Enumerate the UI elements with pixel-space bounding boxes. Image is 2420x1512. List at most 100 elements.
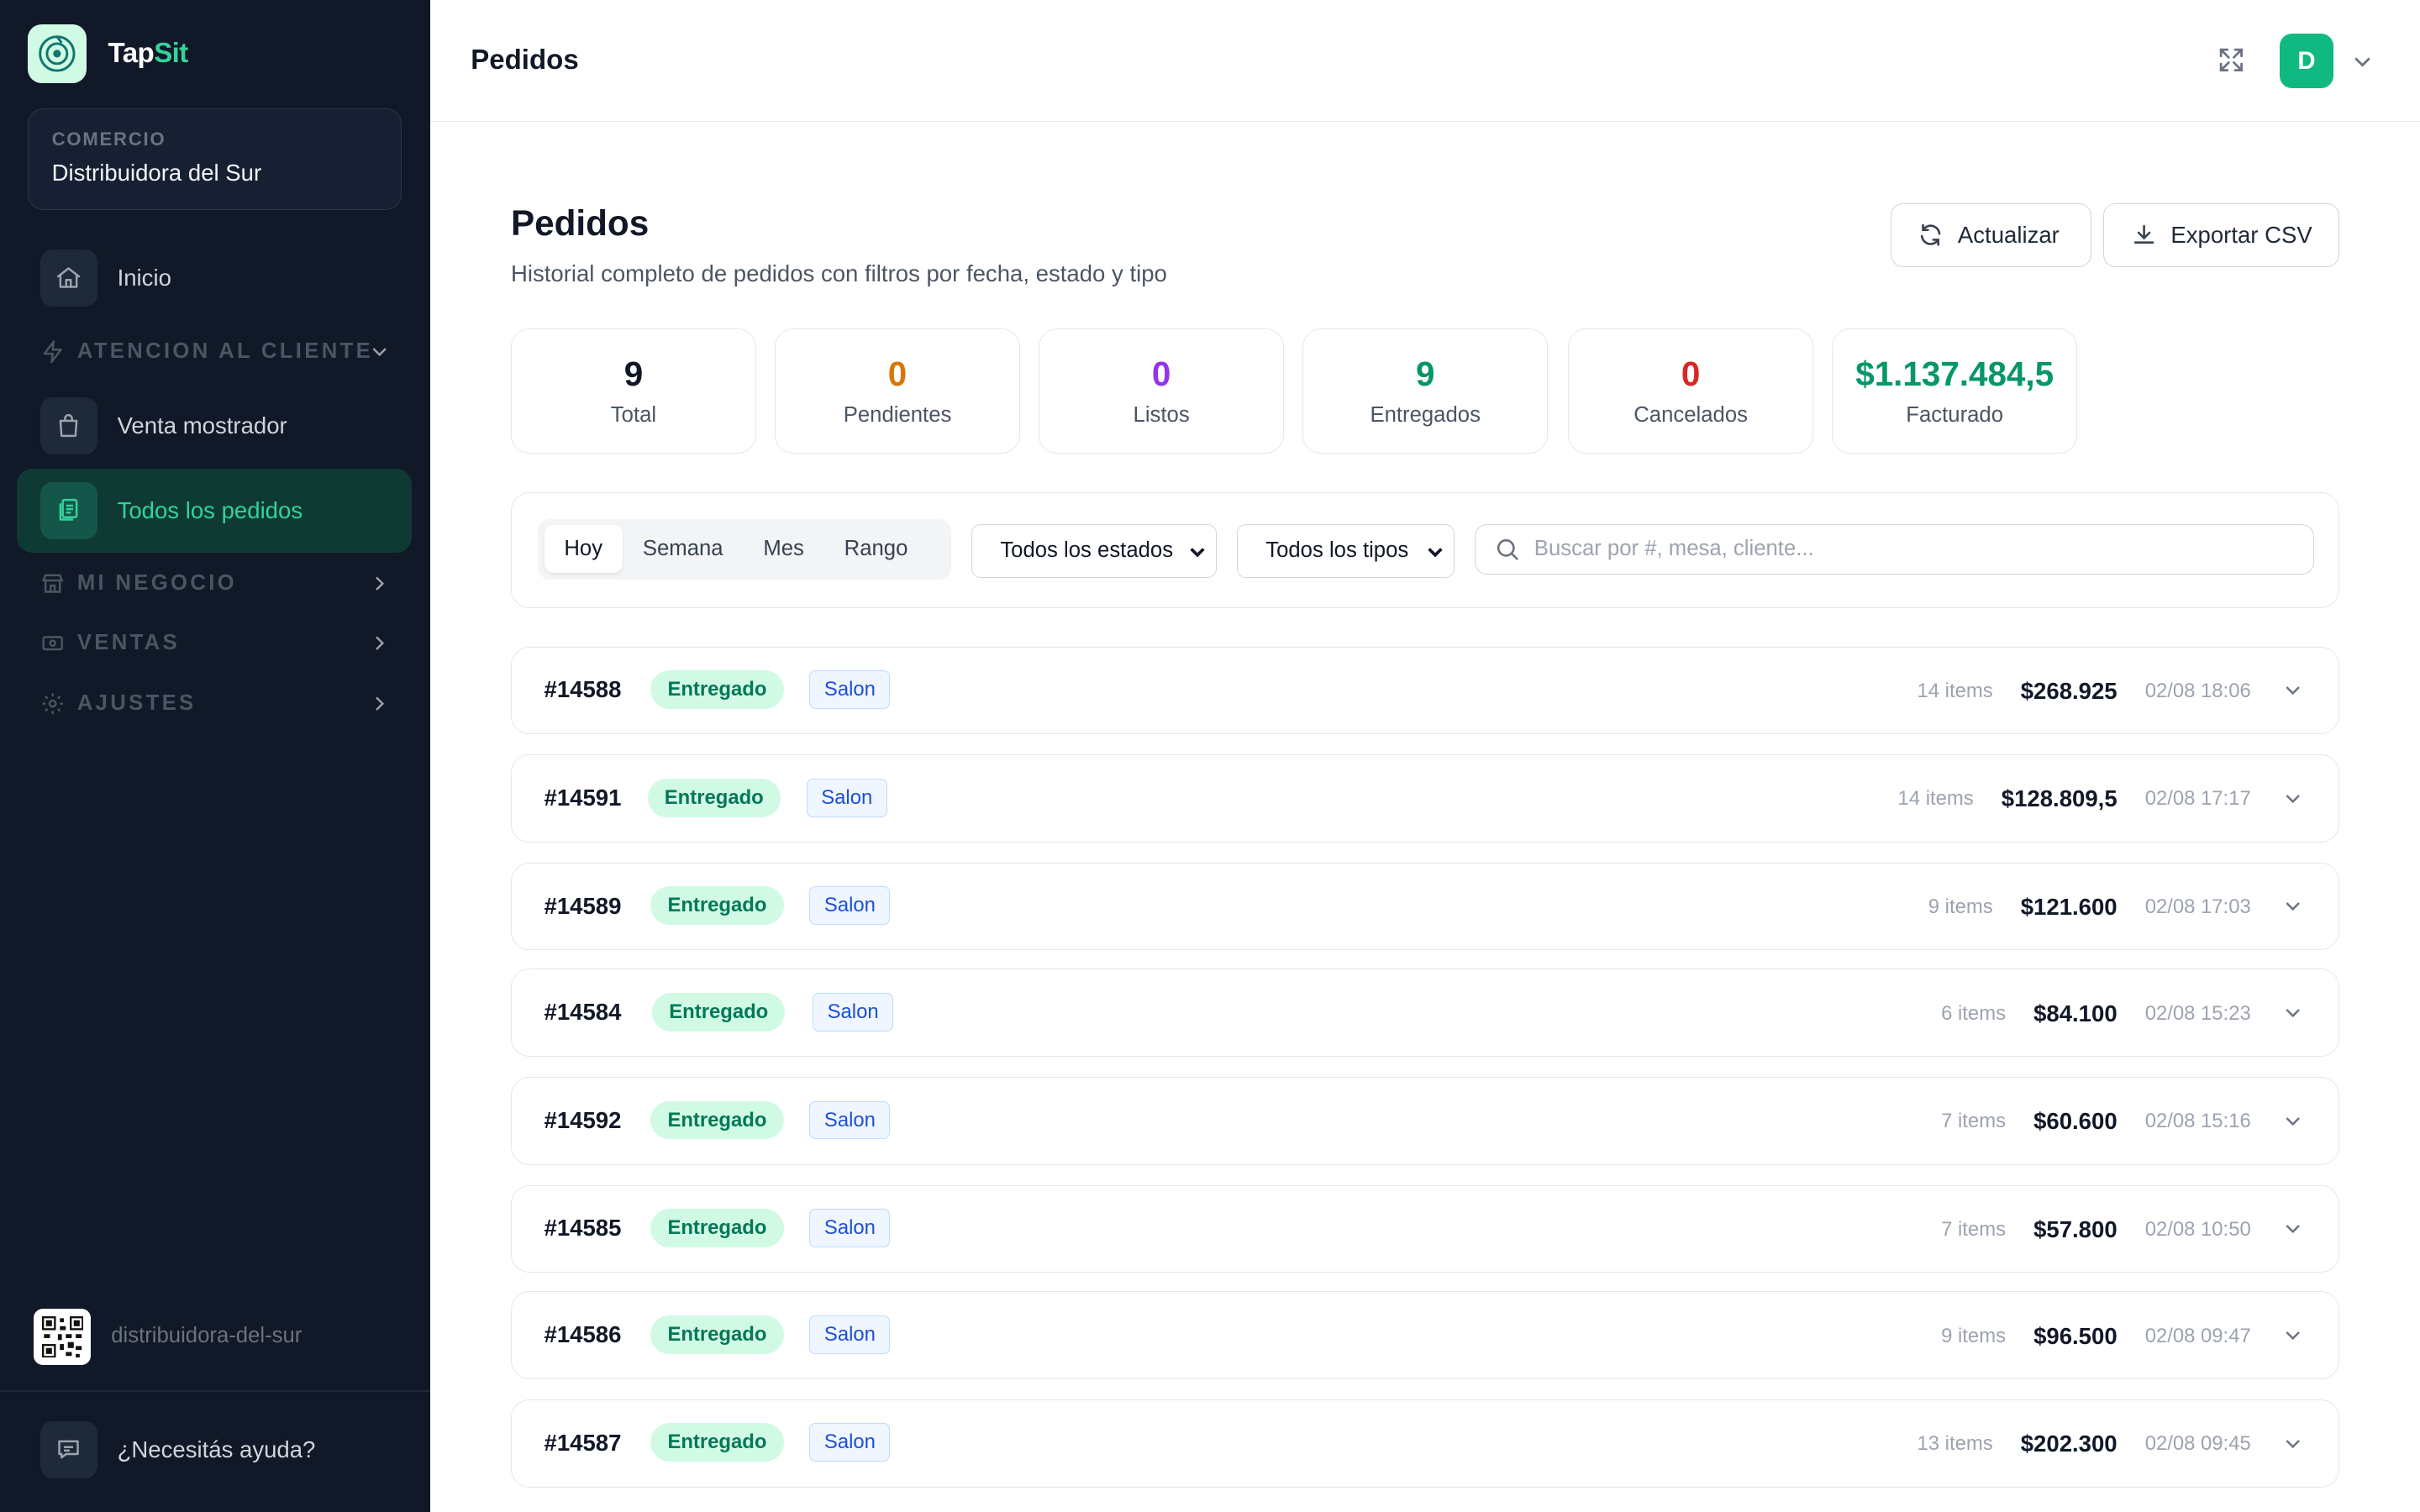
bolt-icon (43, 340, 62, 364)
order-date: 02/08 09:47 (2144, 1324, 2251, 1347)
brand-logo-icon (28, 24, 87, 84)
brand[interactable]: TapSit (28, 24, 188, 84)
chevron-down-icon (1428, 548, 1443, 558)
order-summary: 9 items $96.500 02/08 09:47 (1941, 1292, 2251, 1380)
main-content: Pedidos Historial completo de pedidos co… (430, 123, 2420, 1512)
chevron-down-icon[interactable] (2281, 1109, 2305, 1133)
order-row[interactable]: #14591 Entregado Salon 14 items $128.809… (510, 754, 2340, 843)
chevron-down-icon[interactable] (2281, 678, 2305, 702)
order-date: 02/08 17:17 (2144, 787, 2251, 811)
period-tab-hoy[interactable]: Hoy (544, 525, 623, 574)
chevron-down-icon[interactable] (2281, 1216, 2305, 1241)
stat-value: 0 (1681, 354, 1701, 393)
order-row[interactable]: #14592 Entregado Salon 7 items $60.600 0… (510, 1077, 2340, 1166)
type-select[interactable]: Todos los tipos (1237, 523, 1455, 578)
shop-name: Distribuidora del Sur (51, 160, 262, 186)
order-row[interactable]: #14585 Entregado Salon 7 items $57.800 0… (510, 1184, 2340, 1274)
chevron-right-icon (376, 576, 385, 591)
chevron-down-icon[interactable] (2281, 1431, 2305, 1456)
home-icon (39, 249, 97, 307)
status-badge: Entregado (650, 1423, 784, 1462)
order-items-count: 7 items (1941, 1110, 2007, 1133)
stat-label: Listos (1133, 402, 1190, 427)
chevron-down-icon[interactable] (2281, 1323, 2305, 1347)
order-id: #14588 (544, 676, 622, 703)
refresh-button[interactable]: Actualizar (1890, 203, 2091, 267)
chevron-down-icon[interactable] (2281, 1000, 2305, 1025)
order-row[interactable]: #14588 Entregado Salon 14 items $268.925… (510, 646, 2340, 735)
order-row[interactable]: #14584 Entregado Salon 6 items $84.100 0… (510, 969, 2340, 1058)
search-input[interactable] (1534, 537, 2275, 562)
order-summary: 7 items $57.800 02/08 10:50 (1941, 1186, 2251, 1274)
type-badge: Salon (809, 1423, 891, 1462)
export-csv-button[interactable]: Exportar CSV (2103, 203, 2340, 267)
sidebar-section-ventas[interactable]: VENTAS (40, 625, 392, 662)
order-row[interactable]: #14587 Entregado Salon 13 items $202.300… (510, 1399, 2340, 1488)
order-amount: $128.809,5 (2001, 785, 2118, 812)
sidebar-section-mi-negocio[interactable]: MI NEGOCIO (40, 564, 392, 601)
sidebar: TapSit COMERCIO Distribuidora del Sur In… (0, 0, 431, 1512)
cash-icon (42, 636, 63, 651)
export-label: Exportar CSV (2170, 222, 2312, 249)
gear-icon (42, 693, 63, 714)
avatar[interactable]: D (2279, 34, 2334, 88)
qr-code-icon[interactable] (34, 1308, 92, 1366)
chevron-down-icon[interactable] (2281, 894, 2305, 918)
status-select[interactable]: Todos los estados (971, 523, 1218, 578)
order-amount: $268.925 (2020, 677, 2118, 704)
sidebar-item-label: Inicio (117, 264, 171, 291)
shop-slug: distribuidora-del-sur (111, 1323, 302, 1347)
order-row[interactable]: #14589 Entregado Salon 9 items $121.600 … (510, 862, 2340, 952)
sidebar-section-ajustes[interactable]: AJUSTES (40, 685, 392, 722)
order-amount: $96.500 (2033, 1322, 2118, 1349)
status-select-value: Todos los estados (1000, 538, 1174, 563)
stat-label: Pendientes (843, 402, 952, 427)
sidebar-item-label: Venta mostrador (117, 412, 287, 438)
chevron-down-icon[interactable] (2281, 786, 2305, 811)
shop-card[interactable]: COMERCIO Distribuidora del Sur (28, 108, 402, 210)
period-tab-semana[interactable]: Semana (623, 525, 743, 573)
order-date: 02/08 17:03 (2144, 895, 2251, 919)
order-date: 02/08 09:45 (2144, 1432, 2251, 1456)
fullscreen-icon[interactable] (2216, 45, 2247, 76)
order-items-count: 14 items (1917, 679, 1993, 702)
stat-card-listos: 0 Listos (1039, 328, 1285, 454)
shop-label: COMERCIO (51, 129, 166, 150)
type-badge: Salon (809, 1209, 891, 1248)
period-tab-mes[interactable]: Mes (743, 525, 823, 573)
shopping-bag-icon (39, 396, 97, 454)
order-summary: 6 items $84.100 02/08 15:23 (1941, 969, 2251, 1058)
help-button[interactable]: ¿Necesitás ayuda? (39, 1420, 316, 1478)
sidebar-item-venta-mostrador[interactable]: Venta mostrador (17, 384, 412, 467)
sidebar-item-todos-los-pedidos[interactable]: Todos los pedidos (17, 469, 413, 553)
page-title: Pedidos (510, 203, 650, 244)
stat-value: 9 (623, 354, 644, 393)
help-label: ¿Necesitás ayuda? (117, 1436, 316, 1462)
sidebar-item-inicio[interactable]: Inicio (17, 236, 412, 319)
download-icon (2133, 225, 2154, 244)
order-id: #14586 (544, 1321, 622, 1348)
search-box (1475, 523, 2315, 575)
stat-value: 9 (1415, 354, 1435, 393)
sidebar-section-atencion[interactable]: ATENCION AL CLIENTE (40, 333, 392, 370)
store-icon (41, 574, 64, 593)
chat-icon (39, 1420, 97, 1478)
order-id: #14587 (544, 1429, 622, 1456)
stat-label: Total (610, 402, 657, 427)
page-subtitle: Historial completo de pedidos con filtro… (510, 260, 1167, 287)
stat-card-cancelados: 0 Cancelados (1568, 328, 1814, 454)
search-icon (1497, 539, 1518, 560)
type-select-value: Todos los tipos (1265, 538, 1409, 563)
order-summary: 9 items $121.600 02/08 17:03 (1928, 864, 2251, 952)
type-badge: Salon (809, 670, 891, 710)
order-row[interactable]: #14586 Entregado Salon 9 items $96.500 0… (510, 1291, 2340, 1380)
stat-label: Cancelados (1634, 402, 1748, 427)
stat-value: 0 (1151, 354, 1171, 393)
section-label: VENTAS (76, 631, 180, 655)
status-badge: Entregado (650, 886, 784, 926)
chevron-down-icon[interactable] (2349, 48, 2376, 76)
order-date: 02/08 15:16 (2144, 1110, 2251, 1133)
order-summary: 13 items $202.300 02/08 09:45 (1918, 1400, 2251, 1488)
order-summary: 7 items $60.600 02/08 15:16 (1941, 1078, 2251, 1166)
period-tab-rango[interactable]: Rango (824, 525, 929, 573)
